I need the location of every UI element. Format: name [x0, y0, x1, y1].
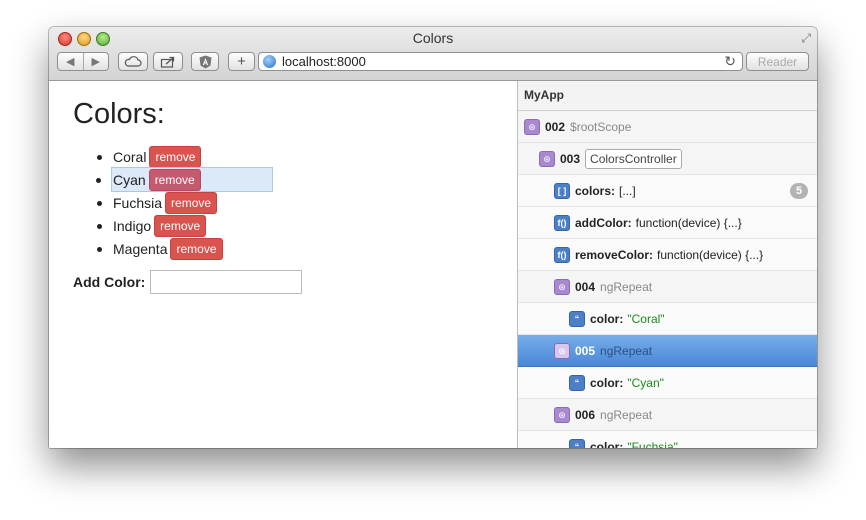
scope-row[interactable]: ⊛ 003 ColorsController	[518, 143, 817, 175]
function-icon: f()	[554, 246, 570, 263]
web-page: Colors: Coral remove Cyan remove Fuchsia remo…	[49, 81, 517, 448]
remove-button[interactable]: remove	[148, 168, 201, 191]
share-icon	[160, 56, 175, 68]
color-list-item: Magenta remove	[97, 237, 272, 260]
property-value: "Fuchsia"	[627, 439, 678, 449]
remove-button[interactable]: remove	[170, 237, 223, 260]
property-key: color:	[590, 375, 624, 390]
scope-row[interactable]: ⊛ 004 ngRepeat	[518, 271, 817, 303]
scope-row[interactable]: ⊛ 006 ngRepeat	[518, 399, 817, 431]
color-name: Magenta	[113, 240, 168, 257]
color-name: Cyan	[113, 171, 146, 188]
scope-icon: ⊛	[554, 342, 570, 359]
property-key: removeColor:	[575, 247, 654, 262]
add-color-input[interactable]	[150, 270, 303, 294]
back-icon[interactable]: ◀	[58, 53, 83, 70]
address-bar[interactable]: localhost:8000 ↻	[258, 52, 743, 71]
color-list: Coral remove Cyan remove Fuchsia remove Indigo…	[96, 145, 273, 260]
scope-name: ngRepeat	[600, 407, 653, 422]
add-color-form: Add Color:	[73, 270, 303, 294]
forward-icon[interactable]: ▶	[82, 53, 109, 70]
angularjs-inspector-panel: MyApp ⊛ 002 $rootScope ⊛ 003 ColorsController…	[517, 81, 817, 448]
scope-name: ngRepeat	[600, 279, 653, 294]
property-value: function(device) {...}	[657, 247, 764, 262]
scope-tree: ⊛ 002 $rootScope ⊛ 003 ColorsController [ ] col…	[518, 111, 817, 448]
browser-window: Colors ⤢ ◀ ▶ + localhost:8000 ↻ Reader C…	[49, 27, 817, 448]
inspector-app-name: MyApp	[518, 81, 817, 111]
property-key: colors:	[575, 183, 616, 198]
scope-row[interactable]: ⊛ 002 $rootScope	[518, 111, 817, 143]
angularjs-extension-button[interactable]	[191, 52, 219, 71]
property-value: function(device) {...}	[635, 215, 742, 230]
color-list-item: Cyan remove	[96, 167, 273, 192]
scope-icon: ⊛	[524, 118, 540, 135]
color-list-item: Coral remove	[97, 145, 272, 168]
window-title: Colors	[412, 30, 454, 46]
cloud-icon	[124, 56, 142, 67]
scope-id: 004	[575, 279, 596, 294]
remove-button[interactable]: remove	[165, 191, 218, 214]
function-icon: f()	[554, 214, 570, 231]
controller-name: ColorsController	[585, 148, 682, 169]
url-text: localhost:8000	[282, 54, 366, 69]
fullscreen-icon[interactable]: ⤢	[801, 31, 811, 46]
icloud-tabs-button[interactable]	[118, 52, 148, 71]
scope-icon: ⊛	[554, 278, 570, 295]
property-row[interactable]: “ color: "Fuchsia"	[518, 431, 817, 448]
property-row[interactable]: f() addColor: function(device) {...}	[518, 207, 817, 239]
scope-icon: ⊛	[539, 150, 555, 167]
scope-row[interactable]: ⊛ 005 ngRepeat	[518, 335, 817, 367]
string-icon: “	[569, 438, 585, 448]
color-list-item: Indigo remove	[97, 214, 272, 237]
scope-name: $rootScope	[570, 119, 632, 134]
scope-icon: ⊛	[554, 406, 570, 423]
scope-id: 002	[545, 119, 566, 134]
color-name: Indigo	[113, 217, 152, 234]
back-forward-buttons: ◀ ▶	[57, 52, 109, 71]
property-value: [...]	[619, 183, 636, 198]
title-bar: Colors ⤢ ◀ ▶ + localhost:8000 ↻ Reader	[49, 27, 817, 81]
property-row[interactable]: “ color: "Cyan"	[518, 367, 817, 399]
property-value: "Coral"	[627, 311, 665, 326]
string-icon: “	[569, 310, 585, 327]
property-value: "Cyan"	[627, 375, 664, 390]
share-button[interactable]	[153, 52, 183, 71]
scope-id: 005	[575, 343, 596, 358]
property-row[interactable]: [ ] colors: [...] 5	[518, 175, 817, 207]
remove-button[interactable]: remove	[154, 214, 207, 237]
scope-name: ngRepeat	[600, 343, 653, 358]
string-icon: “	[569, 374, 585, 391]
angularjs-shield-icon	[199, 55, 211, 68]
property-row[interactable]: f() removeColor: function(device) {...}	[518, 239, 817, 271]
browser-content: Colors: Coral remove Cyan remove Fuchsia remo…	[49, 81, 817, 448]
property-key: color:	[590, 439, 624, 449]
property-key: color:	[590, 311, 624, 326]
count-badge: 5	[790, 183, 808, 199]
globe-icon	[263, 55, 276, 68]
scope-id: 006	[575, 407, 596, 422]
remove-button[interactable]: remove	[149, 145, 202, 168]
add-color-label: Add Color:	[73, 274, 146, 290]
reload-icon[interactable]: ↻	[724, 53, 736, 70]
color-name: Fuchsia	[113, 194, 163, 211]
scope-id: 003	[560, 151, 581, 166]
add-bookmark-button[interactable]: +	[228, 52, 255, 71]
reader-button[interactable]: Reader	[746, 52, 809, 71]
array-icon: [ ]	[554, 182, 570, 199]
color-list-item: Fuchsia remove	[97, 191, 272, 214]
page-title: Colors:	[73, 98, 165, 130]
color-name: Coral	[113, 148, 147, 165]
property-key: addColor:	[575, 215, 632, 230]
property-row[interactable]: “ color: "Coral"	[518, 303, 817, 335]
